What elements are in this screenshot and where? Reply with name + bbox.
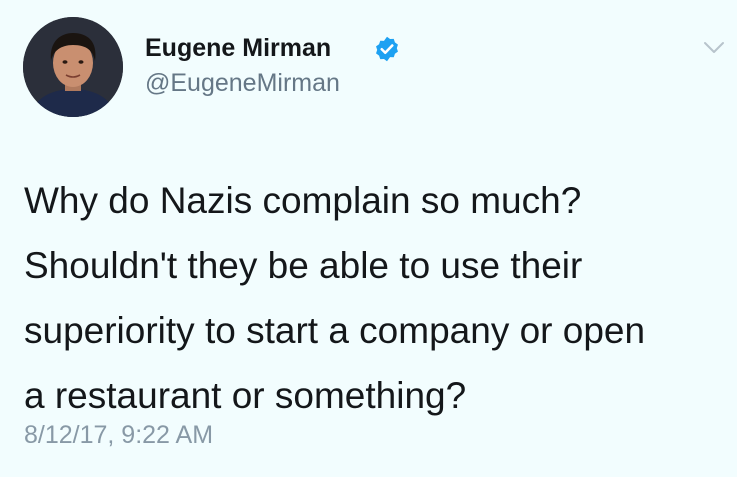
avatar-image <box>23 17 123 117</box>
chevron-down-icon[interactable] <box>703 41 725 55</box>
tweet-text-line: Why do Nazis complain so much? <box>24 180 582 221</box>
tweet-text-line: Shouldn't they be able to use their <box>24 245 583 286</box>
user-handle[interactable]: @EugeneMirman <box>145 68 340 98</box>
avatar[interactable] <box>23 17 123 117</box>
tweet-text-line: a restaurant or something? <box>24 375 467 416</box>
tweet-text: Why do Nazis complain so much? Shouldn't… <box>24 168 729 428</box>
tweet-card: Eugene Mirman @EugeneMirman Why do Nazis… <box>0 0 737 477</box>
tweet-text-line: superiority to start a company or open <box>24 310 646 351</box>
display-name[interactable]: Eugene Mirman <box>145 33 331 63</box>
tweet-timestamp[interactable]: 8/12/17, 9:22 AM <box>24 420 213 450</box>
verified-badge-icon <box>376 36 398 62</box>
